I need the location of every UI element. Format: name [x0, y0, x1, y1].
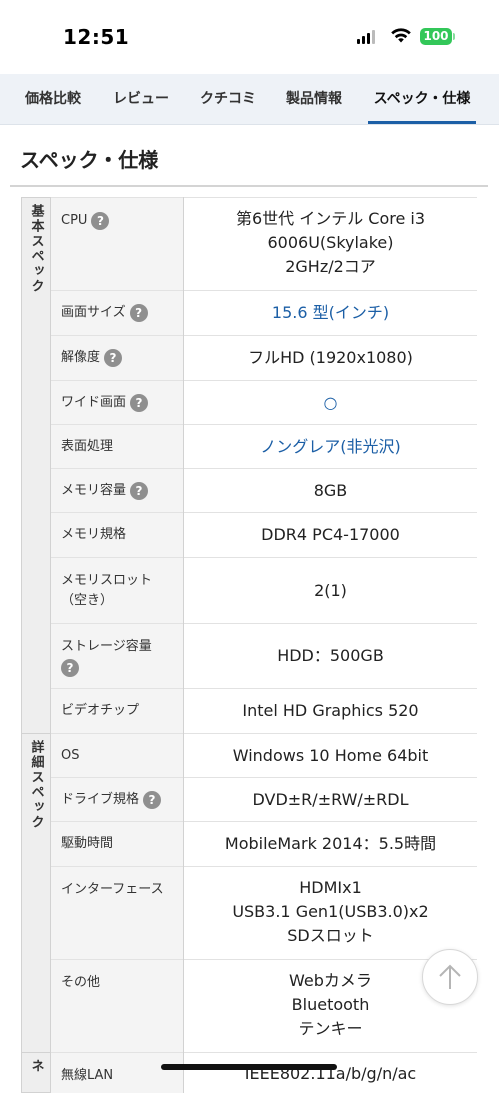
help-icon[interactable]: ?	[129, 304, 148, 322]
spec-row-wireless: ネ 無線LAN IEEE802.11a/b/g/n/ac	[21, 1052, 477, 1093]
spec-row-memory-standard: メモリ規格 DDR4 PC4-17000	[22, 512, 477, 558]
scroll-to-top-button[interactable]	[422, 949, 478, 1005]
spec-label: メモリ容量?	[50, 468, 184, 513]
spec-label: その他	[50, 959, 184, 1053]
spec-row-other: その他 Webカメラ Bluetooth テンキー	[22, 959, 477, 1053]
title-divider	[10, 185, 488, 187]
spec-value: DVD±R/±RW/±RDL	[183, 777, 477, 822]
spec-row-memory-slot: メモリスロット （空き） 2(1)	[22, 557, 477, 624]
spec-label: ワイド画面?	[50, 380, 184, 425]
tab-specs[interactable]: スペック・仕様	[368, 74, 476, 124]
spec-row-memory: メモリ容量? 8GB	[22, 468, 477, 513]
help-icon[interactable]: ?	[130, 393, 149, 412]
product-tabs: 価格比較 レビュー クチコミ 製品情報 スペック・仕様	[0, 74, 499, 125]
help-icon[interactable]: ?	[143, 790, 162, 809]
battery-cap	[453, 33, 455, 40]
spec-row-battery-life: 駆動時間 MobileMark 2014：5.5時間	[22, 821, 477, 867]
cellular-signal-icon	[357, 30, 375, 44]
spec-label: インターフェース	[50, 866, 184, 960]
spec-label: メモリスロット （空き）	[50, 557, 184, 624]
spec-row-surface: 表面処理 ノングレア(非光沢)	[22, 424, 477, 469]
spec-value: Intel HD Graphics 520	[183, 688, 477, 734]
help-icon[interactable]: ?	[130, 481, 149, 500]
spec-row-storage: ストレージ容量? HDD：500GB	[22, 623, 477, 689]
spec-value: DDR4 PC4-17000	[183, 512, 477, 558]
spec-row-drive: ドライブ規格? DVD±R/±RW/±RDL	[22, 777, 477, 822]
tab-product-info[interactable]: 製品情報	[286, 74, 342, 121]
help-icon[interactable]: ?	[104, 349, 123, 367]
spec-label: メモリ規格	[50, 512, 184, 558]
category-detail-label: 詳細スペック	[28, 740, 44, 830]
category-basic-label: 基本スペック	[28, 204, 44, 294]
spec-label: 駆動時間	[50, 821, 184, 867]
status-bar: 12:51 100	[0, 0, 499, 74]
spec-label: 無線LAN	[50, 1052, 184, 1093]
category-detail: 詳細スペック	[21, 733, 51, 1053]
spec-value: MobileMark 2014：5.5時間	[183, 821, 477, 867]
spec-row-os: 詳細スペック OS Windows 10 Home 64bit	[21, 733, 477, 1053]
page-title: スペック・仕様	[20, 148, 159, 172]
wifi-icon	[391, 28, 411, 43]
surface-link[interactable]: ノングレア(非光沢)	[183, 424, 477, 469]
spec-value: HDD：500GB	[183, 623, 477, 689]
help-icon[interactable]: ?	[61, 659, 79, 677]
spec-value: 8GB	[183, 468, 477, 513]
spec-value: IEEE802.11a/b/g/n/ac	[183, 1052, 477, 1093]
spec-label: 解像度?	[50, 335, 184, 381]
screen-size-link[interactable]: 15.6 型(インチ)	[183, 290, 477, 336]
spec-label: 表面処理	[50, 424, 184, 469]
spec-value: 2(1)	[183, 557, 477, 624]
tab-reviews[interactable]: レビュー	[113, 74, 169, 121]
help-icon[interactable]: ?	[91, 212, 110, 230]
category-network-label: ネ	[28, 1059, 44, 1074]
spec-label: OS	[50, 733, 184, 778]
battery-icon: 100	[420, 28, 452, 45]
spec-label: ビデオチップ	[50, 688, 184, 734]
tab-kuchikomi[interactable]: クチコミ	[200, 74, 256, 121]
spec-row-wide: ワイド画面? ○	[22, 380, 477, 425]
spec-value: フルHD (1920x1080)	[183, 335, 477, 381]
spec-value: 第6世代 インテル Core i3 6006U(Skylake) 2GHz/2コ…	[183, 197, 477, 291]
category-network: ネ	[21, 1052, 51, 1093]
spec-label: ストレージ容量?	[50, 623, 184, 689]
category-basic: 基本スペック	[21, 197, 51, 734]
spec-row-screen-size: 画面サイズ? 15.6 型(インチ)	[22, 290, 477, 336]
spec-label: 画面サイズ?	[50, 290, 184, 336]
spec-row-resolution: 解像度? フルHD (1920x1080)	[22, 335, 477, 381]
spec-label: CPU?	[50, 197, 184, 291]
status-time: 12:51	[63, 25, 130, 49]
spec-table: 基本スペック CPU? 第6世代 インテル Core i3 6006U(Skyl…	[21, 197, 477, 1093]
spec-row-cpu: 基本スペック CPU? 第6世代 インテル Core i3 6006U(Skyl…	[21, 197, 477, 734]
spec-label: ドライブ規格?	[50, 777, 184, 822]
tab-price-compare[interactable]: 価格比較	[25, 74, 81, 121]
spec-value: HDMIx1 USB3.1 Gen1(USB3.0)x2 SDスロット	[183, 866, 477, 960]
home-indicator	[161, 1064, 337, 1070]
arrow-up-icon	[439, 964, 461, 989]
spec-row-interface: インターフェース HDMIx1 USB3.1 Gen1(USB3.0)x2 SD…	[22, 866, 477, 960]
wide-screen-link[interactable]: ○	[183, 380, 477, 425]
spec-row-video: ビデオチップ Intel HD Graphics 520	[22, 688, 477, 734]
spec-value: Windows 10 Home 64bit	[183, 733, 477, 778]
